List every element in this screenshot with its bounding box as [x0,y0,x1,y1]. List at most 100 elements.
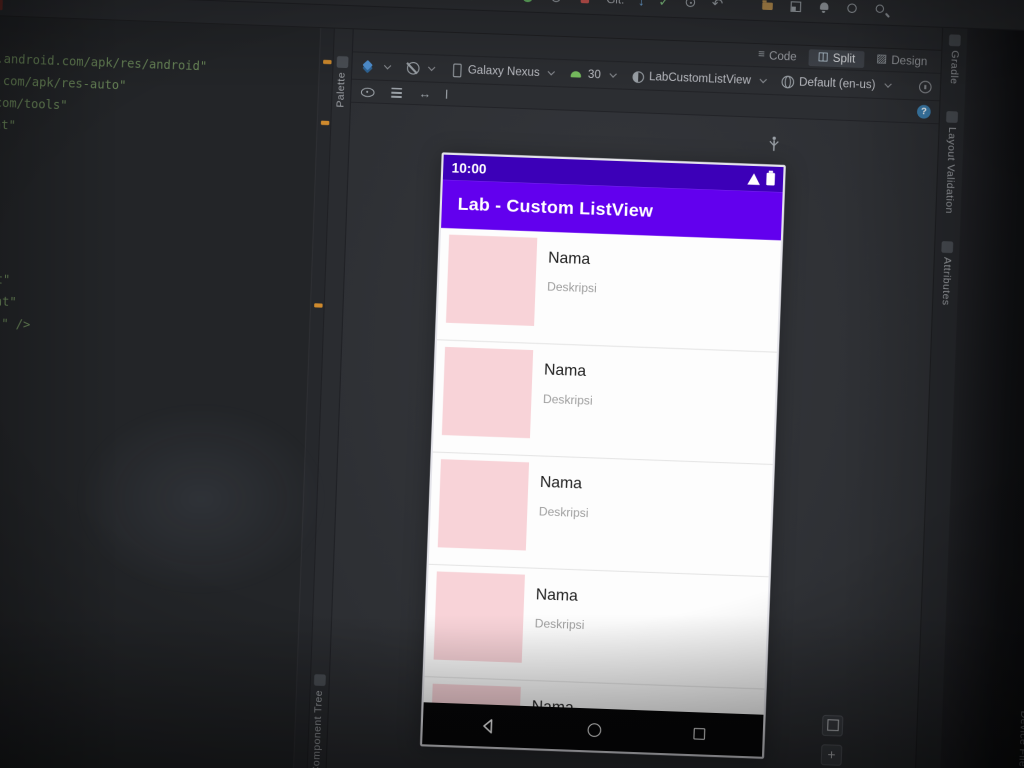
palette-icon [336,56,349,69]
status-icons [747,172,776,186]
locale-icon [780,74,795,89]
layout-validation-icon [946,111,959,124]
tab-design[interactable]: ▨ Design [866,51,937,70]
status-time: 10:00 [451,159,487,177]
stop-icon[interactable] [578,0,593,6]
render-issues-icon[interactable] [918,80,932,94]
component-tree-tab[interactable]: Component Tree [308,674,329,768]
photo-stage: Pixel 3 API 28↻Git:↓✓↶ s.android.com/apk… [0,0,1024,768]
recents-button[interactable] [693,727,706,740]
list-item[interactable]: Nama Deskripsi [432,340,777,466]
design-mode-icon: ▨ [876,52,888,66]
zoom-in-button[interactable]: + [820,744,843,766]
run-icon[interactable] [468,0,483,2]
palette-tab[interactable]: Palette [332,56,352,108]
split-mode-icon: ◫ [817,50,829,64]
phone-preview: 10:00 Lab - Custom ListView Nama Deskrip… [419,152,786,759]
device-file-explorer-tab[interactable]: Device File Explorer [1014,710,1024,768]
tab-label: Split [832,51,856,66]
item-text: Nama Deskripsi [541,349,595,458]
list-view[interactable]: Nama Deskripsi Nama Deskripsi Nama Deskr… [423,227,781,715]
layout-list-icon[interactable] [389,85,405,100]
undo-icon[interactable]: ↶ [712,0,724,11]
orientation-icon [405,60,420,75]
history-icon[interactable] [683,0,698,10]
android-studio-window: Pixel 3 API 28↻Git:↓✓↶ s.android.com/apk… [0,0,1024,768]
tab-layout-validation[interactable]: Layout Validation [942,111,959,215]
text-cursor-icon[interactable]: I [445,87,449,102]
search-everywhere-icon[interactable] [873,2,888,17]
attributes-icon [941,241,954,254]
tab-label: Code [768,49,797,63]
settings-icon[interactable] [845,1,860,16]
chevron-down-icon [609,70,617,78]
item-image-placeholder [445,234,538,326]
orientation-selector[interactable] [405,60,436,76]
resize-horizontal-icon[interactable]: ↔ [418,86,431,101]
item-name: Nama [543,361,587,381]
api-version-icon [569,66,584,81]
app-title: Lab - Custom ListView [457,193,654,222]
item-text: Nama Deskripsi [545,237,599,346]
stripe-tab-label: Attributes [939,257,953,307]
locale-selector[interactable]: Default (en-us) [780,74,892,93]
navigation-buttons [480,718,706,742]
tab-split[interactable]: ◫ Split [807,48,866,68]
chevron-down-icon [427,63,436,72]
item-image-placeholder [441,346,534,439]
stripe-tab-label: Layout Validation [942,127,958,215]
device-label: Galaxy Nexus [467,63,540,79]
zoom-to-fit-button[interactable] [821,714,844,737]
item-image-placeholder [437,459,530,551]
stripe-tab-label: Gradle [947,50,961,85]
design-surface-icon [361,59,376,74]
warning-mark [322,59,332,65]
back-button[interactable] [480,718,496,734]
api-version-selector[interactable]: 30 [569,66,617,82]
apply-changes-icon[interactable]: ↻ [496,0,508,3]
device-icon [449,62,464,77]
chevron-down-icon [759,75,767,84]
item-image-placeholder [433,571,525,663]
item-description: Deskripsi [538,505,589,521]
git-commit-icon[interactable]: ✓ [658,0,670,9]
item-name: Nama [535,585,579,605]
tab-gradle[interactable]: Gradle [947,34,961,85]
item-name: Nama [539,473,583,493]
item-description: Deskripsi [534,618,585,633]
code-editor[interactable]: s.android.com/apk/res/android" p.com/apk/… [0,16,320,768]
design-surface: 10:00 Lab - Custom ListView Nama Deskrip… [326,102,939,768]
code-editor-pane[interactable]: s.android.com/apk/res/android" p.com/apk/… [0,15,334,768]
gradle-icon [948,34,961,47]
git-update-icon[interactable]: ↓ [638,0,645,9]
locale-label: Default (en-us) [798,75,876,92]
component-tree-label: Component Tree [310,689,326,768]
design-surface-selector[interactable] [361,59,392,75]
list-item[interactable]: Nama Deskripsi [424,565,769,690]
help-icon[interactable]: ? [916,104,931,119]
item-description: Deskripsi [542,393,593,408]
wifi-icon [747,172,761,185]
list-item[interactable]: Nama Deskripsi [428,453,773,578]
item-name: Nama [547,248,591,269]
home-button[interactable] [587,722,602,737]
tab-code[interactable]: ≡ Code [748,46,806,65]
view-options-icon[interactable] [360,84,376,99]
theme-selector[interactable]: LabCustomListView [630,68,767,88]
theme-label: LabCustomListView [648,70,752,87]
item-description: Deskripsi [546,281,597,296]
tab-attributes[interactable]: Attributes [939,241,954,307]
notifications-icon[interactable] [816,0,831,15]
warning-mark [320,120,329,126]
antenna-icon [767,135,780,157]
component-tree-icon [313,674,326,686]
theme-icon [630,68,645,83]
device-selector[interactable]: Galaxy Nexus [449,62,556,81]
design-pane: ≡ Code ◫ Split ▨ Design Galaxy Nexus 30 LabCust… [326,29,942,768]
layout-windows-icon[interactable] [788,0,803,14]
debug-icon[interactable] [521,0,536,4]
project-structure-icon[interactable] [760,0,775,13]
profiler-icon[interactable] [549,0,564,5]
list-item[interactable]: Nama Deskripsi [436,228,781,353]
file-tab-artifact [0,0,3,11]
